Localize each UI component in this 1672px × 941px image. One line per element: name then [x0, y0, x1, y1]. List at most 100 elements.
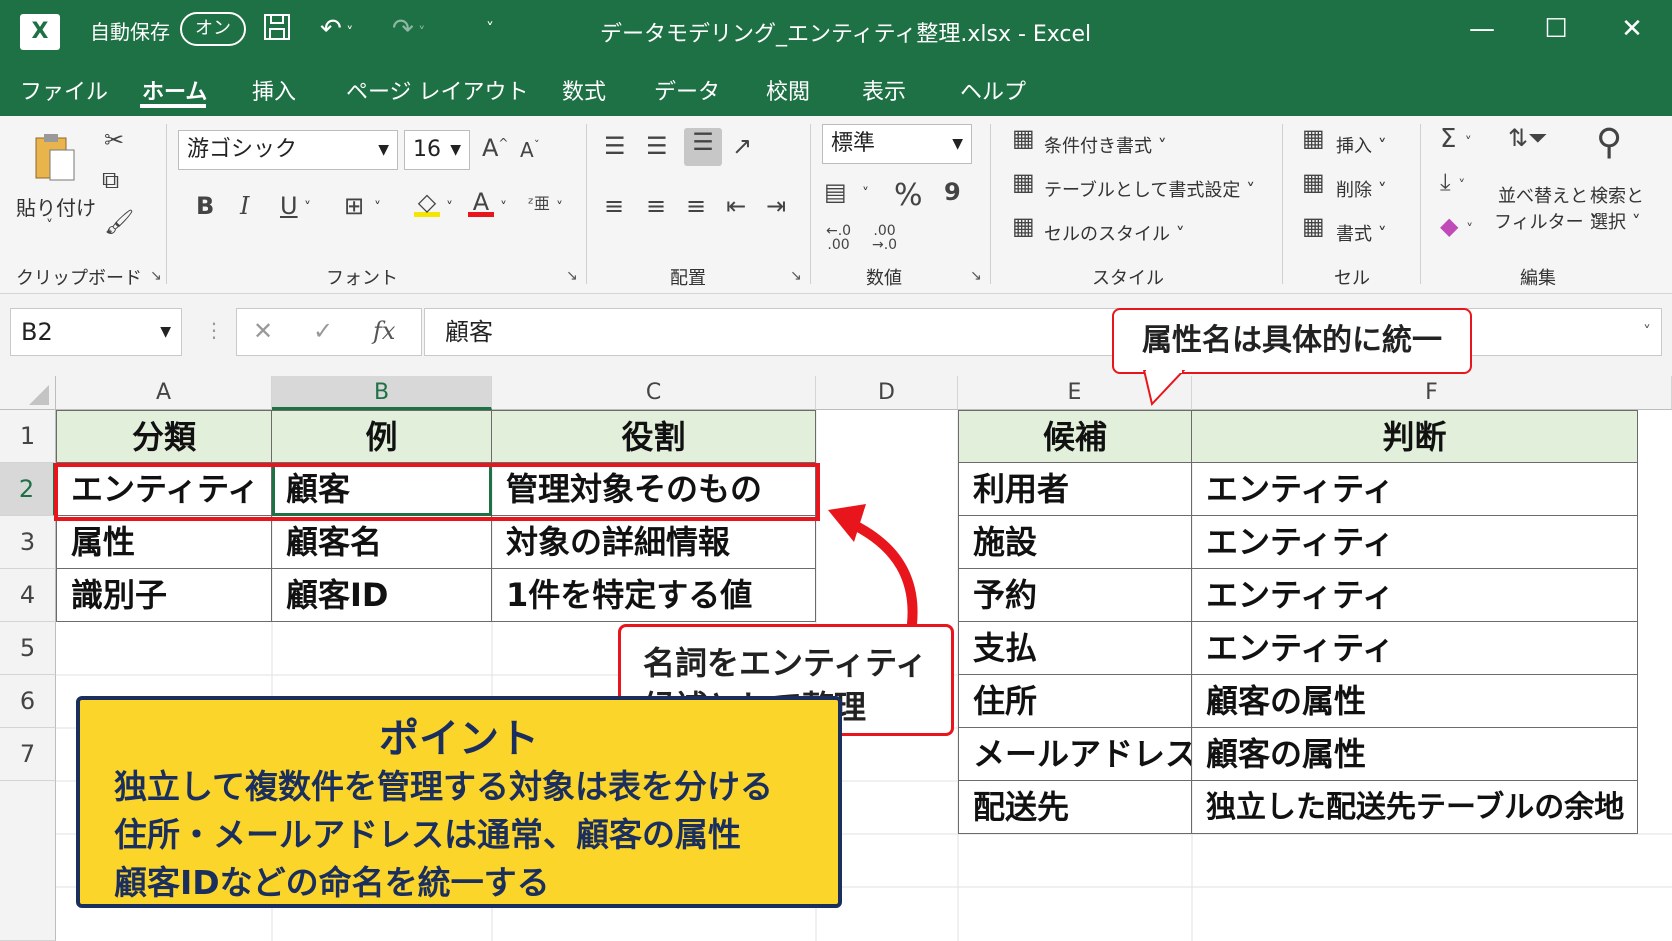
column-header-f[interactable]: F	[1192, 376, 1672, 410]
percent-button[interactable]: %	[894, 178, 923, 213]
decrease-indent-icon[interactable]: ⇤	[726, 192, 746, 220]
confirm-entry-button[interactable]: ✓	[313, 317, 333, 345]
align-center-icon[interactable]: ≡	[646, 192, 666, 220]
shrink-font-icon[interactable]: Aˇ	[520, 138, 540, 162]
close-button[interactable]: ✕	[1612, 12, 1652, 46]
table-header-cell[interactable]: 分類	[56, 410, 272, 463]
table-cell[interactable]: 顧客の属性	[1192, 675, 1638, 728]
alignment-launcher-icon[interactable]: ↘	[790, 268, 802, 284]
insert-cells-icon[interactable]: ▦	[1302, 124, 1325, 152]
increase-indent-icon[interactable]: ⇥	[766, 192, 786, 220]
select-all-button[interactable]	[0, 376, 56, 410]
cancel-entry-button[interactable]: ✕	[253, 317, 273, 345]
orientation-icon[interactable]: ↗	[732, 132, 752, 160]
row-header-4[interactable]: 4	[0, 569, 56, 622]
align-left-icon[interactable]: ≡	[604, 192, 624, 220]
table-cell[interactable]: 予約	[958, 569, 1192, 622]
insert-function-button[interactable]: fx	[373, 317, 395, 345]
tab-home[interactable]: ホーム	[142, 74, 207, 106]
column-header-b[interactable]: B	[272, 376, 492, 410]
row-header-6[interactable]: 6	[0, 675, 56, 728]
table-cell[interactable]: 住所	[958, 675, 1192, 728]
table-cell[interactable]: 対象の詳細情報	[492, 516, 816, 569]
table-cell[interactable]: 顧客名	[272, 516, 492, 569]
phonetic-dropdown-icon[interactable]: ˅	[556, 200, 563, 216]
font-name-select[interactable]: 游ゴシック ▼	[178, 130, 398, 170]
tab-file[interactable]: ファイル	[20, 74, 108, 106]
table-cell[interactable]: エンティティ	[1192, 516, 1638, 569]
conditional-format-icon[interactable]: ▦	[1012, 124, 1035, 152]
tab-formulas[interactable]: 数式	[562, 74, 606, 106]
table-cell[interactable]: 顧客ID	[272, 569, 492, 622]
align-bottom-icon[interactable]: ☰	[684, 128, 722, 166]
paste-label[interactable]: 貼り付け	[16, 192, 96, 221]
table-cell[interactable]: エンティティ	[1192, 569, 1638, 622]
accounting-dropdown-icon[interactable]: ˅	[862, 186, 869, 202]
sort-filter-label-2[interactable]: フィルター ˅	[1494, 208, 1598, 234]
table-cell[interactable]: 1件を特定する値	[492, 569, 816, 622]
font-size-select[interactable]: 16 ▼	[404, 130, 470, 170]
delete-cells-button[interactable]: 削除 ˅	[1336, 176, 1387, 202]
table-header-cell[interactable]: 役割	[492, 410, 816, 463]
fill-color-dropdown-icon[interactable]: ˅	[446, 200, 453, 216]
column-header-a[interactable]: A	[56, 376, 272, 410]
format-as-table-button[interactable]: テーブルとして書式設定 ˅	[1044, 176, 1255, 202]
row-header-2[interactable]: 2	[0, 463, 56, 516]
phonetic-icon[interactable]: ᶻ亜	[528, 190, 550, 214]
font-color-dropdown-icon[interactable]: ˅	[500, 200, 507, 216]
save-icon[interactable]	[262, 12, 292, 51]
redo-icon[interactable]: ↷ ˅	[392, 12, 425, 50]
row-header-1[interactable]: 1	[0, 410, 56, 463]
find-select-label-1[interactable]: 検索と	[1590, 182, 1644, 208]
autosave-toggle[interactable]: オン	[180, 12, 246, 46]
cell-styles-icon[interactable]: ▦	[1012, 212, 1035, 240]
table-cell[interactable]: 独立した配送先テーブルの余地	[1192, 781, 1638, 834]
row-header-7[interactable]: 7	[0, 728, 56, 781]
cut-icon[interactable]: ✂	[104, 126, 124, 154]
format-cells-button[interactable]: 書式 ˅	[1336, 220, 1387, 246]
table-cell[interactable]: 顧客の属性	[1192, 728, 1638, 781]
number-format-select[interactable]: 標準 ▼	[822, 124, 972, 164]
bold-button[interactable]: B	[196, 192, 214, 220]
minimize-button[interactable]: —	[1462, 12, 1502, 46]
clear-icon[interactable]: ◆ ˅	[1440, 212, 1473, 240]
table-cell[interactable]: 施設	[958, 516, 1192, 569]
insert-cells-button[interactable]: 挿入 ˅	[1336, 132, 1387, 158]
borders-dropdown-icon[interactable]: ˅	[374, 200, 381, 216]
table-cell[interactable]: 識別子	[56, 569, 272, 622]
copy-icon[interactable]: ⧉	[102, 166, 119, 194]
autosum-icon[interactable]: Σ ˅	[1440, 124, 1472, 154]
fill-icon[interactable]: ⤓ ˅	[1440, 168, 1465, 196]
underline-button[interactable]: U	[280, 192, 298, 220]
conditional-format-button[interactable]: 条件付き書式 ˅	[1044, 132, 1167, 158]
name-box[interactable]: B2 ▼	[10, 308, 182, 356]
row-header-5[interactable]: 5	[0, 622, 56, 675]
formula-bar-grip-icon[interactable]: ⋮	[204, 318, 224, 342]
paste-icon[interactable]	[30, 130, 80, 181]
format-as-table-icon[interactable]: ▦	[1012, 168, 1035, 196]
accounting-format-icon[interactable]: ▤	[824, 178, 847, 206]
format-cells-icon[interactable]: ▦	[1302, 212, 1325, 240]
number-launcher-icon[interactable]: ↘	[970, 268, 982, 284]
table-header-cell[interactable]: 判断	[1192, 410, 1638, 463]
table-header-cell[interactable]: 候補	[958, 410, 1192, 463]
underline-dropdown-icon[interactable]: ˅	[304, 200, 311, 216]
align-right-icon[interactable]: ≡	[686, 192, 706, 220]
row-header-3[interactable]: 3	[0, 516, 56, 569]
grow-font-icon[interactable]: A^	[482, 134, 508, 162]
align-middle-icon[interactable]: ☰	[646, 132, 668, 160]
tab-insert[interactable]: 挿入	[252, 74, 296, 106]
table-cell[interactable]: 利用者	[958, 463, 1192, 516]
sort-filter-label-1[interactable]: 並べ替えと	[1498, 182, 1588, 208]
find-select-icon[interactable]: ⚲	[1596, 122, 1622, 163]
align-top-icon[interactable]: ☰	[604, 132, 626, 160]
italic-button[interactable]: I	[240, 192, 249, 220]
table-header-cell[interactable]: 例	[272, 410, 492, 463]
comma-button[interactable]: 9	[944, 178, 961, 206]
delete-cells-icon[interactable]: ▦	[1302, 168, 1325, 196]
table-cell[interactable]: 属性	[56, 516, 272, 569]
formula-input[interactable]: 顧客 ˅	[424, 308, 1662, 356]
tab-data[interactable]: データ	[654, 74, 720, 106]
tab-page-layout[interactable]: ページ レイアウト	[346, 74, 529, 106]
table-cell[interactable]: 配送先	[958, 781, 1192, 834]
